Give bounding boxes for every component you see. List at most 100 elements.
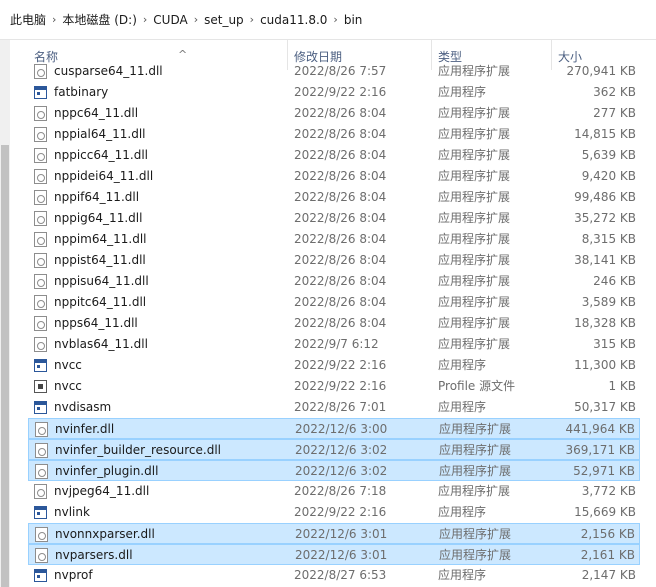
file-row[interactable]: nppicc64_11.dll 2022/8/26 8:04 应用程序扩展 5,639…	[28, 145, 640, 166]
file-date: 2022/8/26 8:04	[294, 253, 387, 267]
file-row[interactable]: nvjpeg64_11.dll 2022/8/26 7:18 应用程序扩展 3,772…	[28, 481, 640, 502]
breadcrumb-separator-icon[interactable]: ›	[50, 13, 58, 26]
file-type: 应用程序扩展	[439, 422, 512, 436]
file-size: 3,589 KB	[581, 295, 636, 309]
file-row[interactable]: nvcc 2022/9/22 2:16 Profile 源文件 1 KB	[28, 376, 640, 397]
file-name: fatbinary	[54, 85, 109, 99]
exe-file-icon	[34, 86, 47, 99]
file-row[interactable]: nvprof 2022/8/27 6:53 应用程序 2,147 KB	[28, 565, 640, 586]
breadcrumb-separator-icon[interactable]: ›	[192, 13, 200, 26]
file-row[interactable]: nppial64_11.dll 2022/8/26 8:04 应用程序扩展 14,81…	[28, 124, 640, 145]
file-name: nppicc64_11.dll	[54, 148, 149, 162]
file-name: nvcc	[54, 358, 82, 372]
file-date: 2022/12/6 3:02	[295, 464, 388, 478]
file-row[interactable]: nvparsers.dll 2022/12/6 3:01 应用程序扩展 2,161 K…	[28, 544, 640, 565]
file-size: 2,161 KB	[580, 548, 635, 562]
file-size: 52,971 KB	[573, 464, 635, 478]
breadcrumb-item[interactable]: bin	[340, 13, 367, 27]
dll-file-icon	[35, 527, 48, 542]
file-date: 2022/8/26 8:04	[294, 127, 387, 141]
file-type: 应用程序扩展	[438, 253, 511, 267]
file-size: 50,317 KB	[574, 400, 636, 414]
breadcrumb-item[interactable]: 本地磁盘 (D:)	[58, 11, 140, 28]
file-row[interactable]: nppist64_11.dll 2022/8/26 8:04 应用程序扩展 38,14…	[28, 250, 640, 271]
file-type: 应用程序扩展	[438, 148, 511, 162]
file-name: nvinfer_plugin.dll	[55, 464, 159, 478]
file-row[interactable]: nvlink 2022/9/22 2:16 应用程序 15,669 KB	[28, 502, 640, 523]
file-type: 应用程序	[438, 85, 487, 99]
vertical-scrollbar[interactable]	[0, 40, 10, 587]
breadcrumb-item[interactable]: CUDA	[149, 13, 191, 27]
file-type: 应用程序	[438, 400, 487, 414]
file-name: nppig64_11.dll	[54, 211, 143, 225]
file-row[interactable]: nppidei64_11.dll 2022/8/26 8:04 应用程序扩展 9,42…	[28, 166, 640, 187]
file-size: 315 KB	[593, 337, 636, 351]
file-date: 2022/8/26 8:04	[294, 316, 387, 330]
file-row[interactable]: nvblas64_11.dll 2022/9/7 6:12 应用程序扩展 315 KB	[28, 334, 640, 355]
file-name: nvinfer.dll	[55, 422, 115, 436]
breadcrumb-separator-icon[interactable]: ›	[331, 13, 339, 26]
file-row[interactable]: nvdisasm 2022/8/26 7:01 应用程序 50,317 KB	[28, 397, 640, 418]
file-list: cusparse64_11.dll 2022/8/26 7:57 应用程序扩展 270…	[12, 62, 656, 587]
file-type: 应用程序扩展	[438, 64, 511, 78]
file-row[interactable]: nvinfer.dll 2022/12/6 3:00 应用程序扩展 441,964 K…	[28, 418, 640, 439]
breadcrumb-separator-icon[interactable]: ›	[248, 13, 256, 26]
file-size: 441,964 KB	[565, 422, 635, 436]
file-type: 应用程序扩展	[438, 211, 511, 225]
file-size: 14,815 KB	[574, 127, 636, 141]
file-row[interactable]: nvcc 2022/9/22 2:16 应用程序 11,300 KB	[28, 355, 640, 376]
file-row[interactable]: nppc64_11.dll 2022/8/26 8:04 应用程序扩展 277 KB	[28, 103, 640, 124]
breadcrumb-item[interactable]: 此电脑	[6, 11, 50, 28]
dll-file-icon	[34, 316, 47, 331]
file-size: 246 KB	[593, 274, 636, 288]
file-row[interactable]: nvinfer_builder_resource.dll 2022/12/6 3:…	[28, 439, 640, 460]
file-row[interactable]: nppitc64_11.dll 2022/8/26 8:04 应用程序扩展 3,589…	[28, 292, 640, 313]
breadcrumb-item[interactable]: set_up	[200, 13, 248, 27]
file-name: nppist64_11.dll	[54, 253, 146, 267]
file-date: 2022/12/6 3:02	[295, 443, 388, 457]
file-row[interactable]: npps64_11.dll 2022/8/26 8:04 应用程序扩展 18,328 …	[28, 313, 640, 334]
file-date: 2022/8/26 8:04	[294, 106, 387, 120]
file-type: 应用程序扩展	[438, 484, 511, 498]
file-size: 2,147 KB	[581, 568, 636, 582]
file-type: 应用程序	[438, 568, 487, 582]
file-size: 11,300 KB	[574, 358, 636, 372]
file-size: 5,639 KB	[581, 148, 636, 162]
file-type: 应用程序扩展	[438, 106, 511, 120]
file-row[interactable]: nvonnxparser.dll 2022/12/6 3:01 应用程序扩展 2,15…	[28, 523, 640, 544]
file-size: 15,669 KB	[574, 505, 636, 519]
file-name: nppisu64_11.dll	[54, 274, 149, 288]
dll-file-icon	[34, 127, 47, 142]
file-name: cusparse64_11.dll	[54, 64, 163, 78]
file-row[interactable]: nppif64_11.dll 2022/8/26 8:04 应用程序扩展 99,486…	[28, 187, 640, 208]
exe-file-icon	[34, 506, 47, 519]
file-row[interactable]: nvinfer_plugin.dll 2022/12/6 3:02 应用程序扩展 52…	[28, 460, 640, 481]
file-row[interactable]: nppim64_11.dll 2022/8/26 8:04 应用程序扩展 8,315 …	[28, 229, 640, 250]
dll-file-icon	[34, 253, 47, 268]
profile-file-icon	[34, 380, 47, 393]
scrollbar-thumb[interactable]	[1, 145, 9, 587]
file-row[interactable]: cusparse64_11.dll 2022/8/26 7:57 应用程序扩展 270…	[28, 62, 640, 82]
file-row[interactable]: nppig64_11.dll 2022/8/26 8:04 应用程序扩展 35,272…	[28, 208, 640, 229]
dll-file-icon	[34, 190, 47, 205]
file-name: nppc64_11.dll	[54, 106, 139, 120]
dll-file-icon	[34, 64, 47, 79]
dll-file-icon	[34, 295, 47, 310]
file-name: nppim64_11.dll	[54, 232, 147, 246]
breadcrumb-item[interactable]: cuda11.8.0	[256, 13, 331, 27]
file-name: nvdisasm	[54, 400, 112, 414]
dll-file-icon	[34, 484, 47, 499]
file-name: nppitc64_11.dll	[54, 295, 147, 309]
file-size: 277 KB	[593, 106, 636, 120]
file-date: 2022/9/22 2:16	[294, 85, 387, 99]
breadcrumb-separator-icon[interactable]: ›	[141, 13, 149, 26]
file-type: 应用程序扩展	[438, 190, 511, 204]
file-type: 应用程序扩展	[438, 169, 511, 183]
file-row[interactable]: fatbinary 2022/9/22 2:16 应用程序 362 KB	[28, 82, 640, 103]
file-type: 应用程序	[438, 505, 487, 519]
file-row[interactable]: nppisu64_11.dll 2022/8/26 8:04 应用程序扩展 246 K…	[28, 271, 640, 292]
file-name: npps64_11.dll	[54, 316, 138, 330]
exe-file-icon	[34, 359, 47, 372]
file-name: nppial64_11.dll	[54, 127, 146, 141]
file-date: 2022/8/27 6:53	[294, 568, 387, 582]
